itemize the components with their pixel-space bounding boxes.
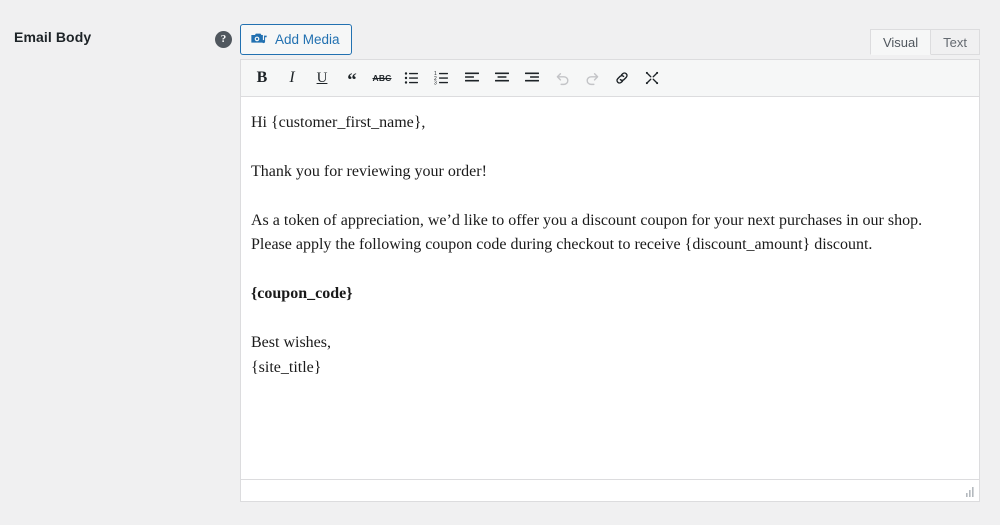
resize-grip-icon[interactable] <box>962 485 976 499</box>
blockquote-glyph: “ <box>347 69 357 91</box>
help-circle-icon[interactable]: ? <box>215 31 232 48</box>
field-label-column: Email Body ? <box>0 0 240 525</box>
italic-icon[interactable]: I <box>277 64 307 92</box>
underline-glyph: U <box>316 69 328 86</box>
body-paragraph-coupon-code: {coupon_code} <box>251 282 969 307</box>
editor-content-area[interactable]: Hi {customer_first_name}, Thank you for … <box>241 97 979 479</box>
add-media-label: Add Media <box>275 31 340 47</box>
strikethrough-icon[interactable]: ABC <box>367 64 397 92</box>
underline-icon[interactable]: U <box>307 64 337 92</box>
bold-icon[interactable]: B <box>247 64 277 92</box>
link-icon[interactable] <box>607 64 637 92</box>
editor-box: B I U “ ABC 1 2 3 Hi {customer_first_nam… <box>240 59 980 502</box>
ordered-list-icon[interactable]: 1 2 3 <box>427 64 457 92</box>
body-offer-line-2: Please apply the following coupon code d… <box>251 236 873 254</box>
coupon-code-placeholder: {coupon_code} <box>251 285 353 303</box>
page-title: Email Body <box>14 29 92 45</box>
unordered-list-icon[interactable] <box>397 64 427 92</box>
editor-status-bar <box>241 479 979 501</box>
redo-icon[interactable] <box>577 64 607 92</box>
editor-header-row: Add Media Visual Text <box>240 24 980 59</box>
body-paragraph-greeting: Hi {customer_first_name}, <box>251 114 426 131</box>
tab-visual[interactable]: Visual <box>869 29 932 55</box>
body-paragraph-signature: Best wishes, {site_title} <box>251 331 969 381</box>
tab-text-label: Text <box>943 35 967 50</box>
tab-visual-label: Visual <box>882 35 919 50</box>
body-paragraph-offer: As a token of appreciation, we’d like to… <box>251 209 969 259</box>
strikethrough-glyph: ABC <box>372 73 392 83</box>
fullscreen-icon[interactable] <box>637 64 667 92</box>
body-paragraph-thanks: Thank you for reviewing your order! <box>251 162 487 180</box>
italic-glyph: I <box>289 69 295 86</box>
align-center-icon[interactable] <box>487 64 517 92</box>
bold-glyph: B <box>256 69 268 86</box>
signature-line-1: Best wishes, <box>251 333 331 351</box>
svg-text:3: 3 <box>434 81 437 86</box>
blockquote-icon[interactable]: “ <box>337 64 367 92</box>
formatting-toolbar: B I U “ ABC 1 2 3 <box>241 60 979 97</box>
editor-mode-tabs: Visual Text <box>869 28 980 55</box>
tab-text[interactable]: Text <box>930 29 980 55</box>
align-right-icon[interactable] <box>517 64 547 92</box>
align-left-icon[interactable] <box>457 64 487 92</box>
undo-icon[interactable] <box>547 64 577 92</box>
add-media-button[interactable]: Add Media <box>240 24 352 55</box>
body-offer-line-1: As a token of appreciation, we’d like to… <box>251 211 923 229</box>
media-camera-music-icon <box>250 31 268 49</box>
wp-editor-container: Add Media Visual Text B I U “ ABC 1 2 3 … <box>240 24 980 502</box>
email-body-settings-row: Email Body ? Add Media Visual Text B I U… <box>0 0 1000 525</box>
signature-line-2: {site_title} <box>251 358 322 376</box>
